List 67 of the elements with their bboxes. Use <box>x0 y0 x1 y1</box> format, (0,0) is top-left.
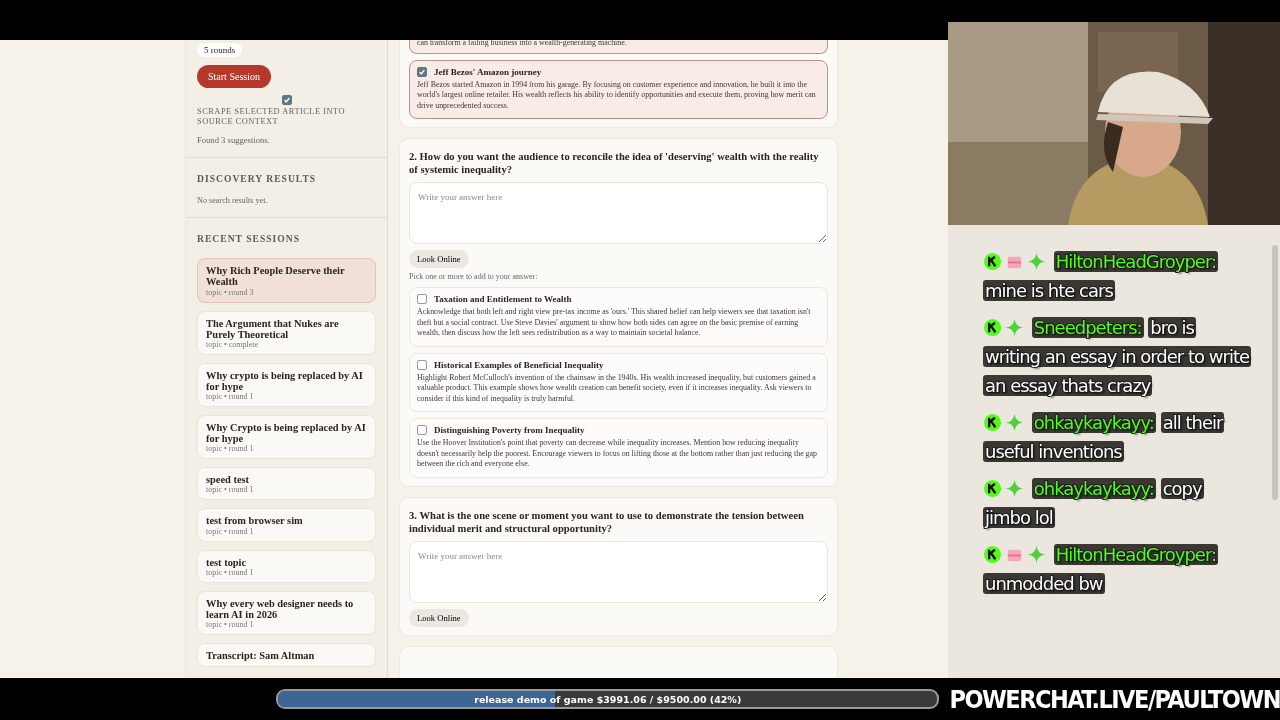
session-meta: topic • complete <box>206 339 260 349</box>
session-title: Why Crypto is being replaced by AI for hype <box>206 422 367 445</box>
session-item[interactable]: test topic topic • round 1 <box>197 549 376 583</box>
session-title: test from browser sim <box>206 515 304 527</box>
session-item[interactable]: Why every web designer needs to learn AI in 2026 topic • round 1 <box>197 590 376 635</box>
diamond-badge-icon <box>1005 413 1024 432</box>
chat-message: Sneedpeters: bro is writing an essay in order to write an essay thats crazy <box>983 316 1250 398</box>
section-heading: RECENT SESSIONS <box>197 233 301 245</box>
section-heading: DISCOVERY RESULTS <box>197 173 317 185</box>
chat-message: HiltonHeadGroyper: unmodded bw <box>983 543 1220 596</box>
start-session-button[interactable]: Start Session <box>197 65 271 88</box>
session-item[interactable]: The Argument that Nukes are Purely Theoretical topic • complete <box>197 310 376 355</box>
suggestion-checkbox[interactable] <box>417 425 427 436</box>
session-title: test topic <box>206 556 248 568</box>
session-title: Why Rich People Deserve their Wealth <box>206 265 346 288</box>
session-item[interactable]: test from browser sim topic • round 1 <box>197 508 376 542</box>
k-badge-icon <box>983 479 1002 498</box>
chat-message: ohkaykaykayy: all their useful inventions <box>983 411 1226 464</box>
status-text: Found 3 suggestions. <box>197 135 270 146</box>
suggestion-checkbox[interactable] <box>417 359 427 370</box>
chat-message: ohkaykaykayy: copy jimbo lol <box>983 477 1205 530</box>
session-meta: topic • round 1 <box>206 444 255 454</box>
session-item[interactable]: Why Rich People Deserve their Wealth topic • round 3 <box>197 258 376 303</box>
session-title: Why crypto is being replaced by AI for hype <box>206 369 364 393</box>
session-title: Why every web designer needs to learn AI in 2026 <box>206 597 355 620</box>
suggestion-title: Taxation and Entitlement to Wealth <box>434 294 572 305</box>
suggestion-card[interactable] <box>409 59 828 119</box>
session-title: Transcript: Sam Altman <box>206 649 316 662</box>
suggestion-title: Distinguishing Poverty from Inequality <box>434 425 585 436</box>
session-meta: topic • round 3 <box>206 287 255 297</box>
banner-text: POWERCHAT.LIVE/PAULTOWN <box>949 684 1280 714</box>
scrape-label: SCRAPE SELECTED ARTICLE INTO SOURCE CONTEXT <box>197 107 347 127</box>
k-badge-icon <box>983 252 1002 271</box>
k-badge-icon <box>983 413 1002 432</box>
goal-label: release demo of game $3991.06 / $9500.00 (42%) <box>474 693 742 705</box>
answer-field[interactable]: Write your answer here <box>409 182 828 245</box>
session-item[interactable]: Why Crypto is being replaced by AI for hype topic • round 1 <box>197 415 376 460</box>
question-title: 3. What is the one scene or moment you want to use to demonstrate the tension between individual merit and structural opportunity? <box>409 508 805 536</box>
diamond-badge-icon <box>1005 318 1024 337</box>
question-title: 2. How do you want the audience to reconcile the idea of 'deserving' wealth with the reality of systemic inequality? <box>409 150 820 177</box>
scrape-checkbox[interactable] <box>281 95 292 105</box>
suggestion-title: Historical Examples of Beneficial Inequality <box>434 359 604 370</box>
session-meta: topic • round 1 <box>206 619 255 629</box>
session-title: The Argument that Nukes are Purely Theoretical <box>206 317 340 340</box>
session-title: speed test <box>206 474 250 486</box>
diamond-badge-icon <box>1005 479 1024 498</box>
suggestion-title: Jeff Bezos' Amazon journey <box>434 66 542 77</box>
empty-text: No search results yet. <box>197 196 268 206</box>
diamond-badge-icon <box>1027 545 1046 564</box>
session-meta: topic • round 1 <box>206 567 255 577</box>
diamond-badge-icon <box>1027 252 1046 271</box>
k-badge-icon <box>983 318 1002 337</box>
chat-message: HiltonHeadGroyper: mine is hte cars <box>983 250 1220 303</box>
session-meta: topic • round 1 <box>206 485 255 495</box>
suggestion-checkbox[interactable] <box>417 66 427 77</box>
rounds-chip[interactable]: 5 rounds <box>197 43 243 57</box>
session-item[interactable]: Transcript: Sam Altman <box>197 642 376 668</box>
look-online-button[interactable]: Look Online <box>409 250 469 269</box>
k-badge-icon <box>983 545 1002 564</box>
look-online-button[interactable]: Look Online <box>409 609 469 628</box>
session-item[interactable]: speed test topic • round 1 <box>197 467 376 501</box>
session-item[interactable]: Why crypto is being replaced by AI for hype topic • round 1 <box>197 362 376 408</box>
session-meta: topic • round 1 <box>206 392 255 402</box>
hint-text: Pick one or more to add to your answer: <box>409 272 538 282</box>
suggestion-checkbox[interactable] <box>417 294 427 305</box>
answer-field[interactable]: Write your answer here <box>409 541 828 604</box>
session-meta: topic • round 1 <box>206 526 255 536</box>
